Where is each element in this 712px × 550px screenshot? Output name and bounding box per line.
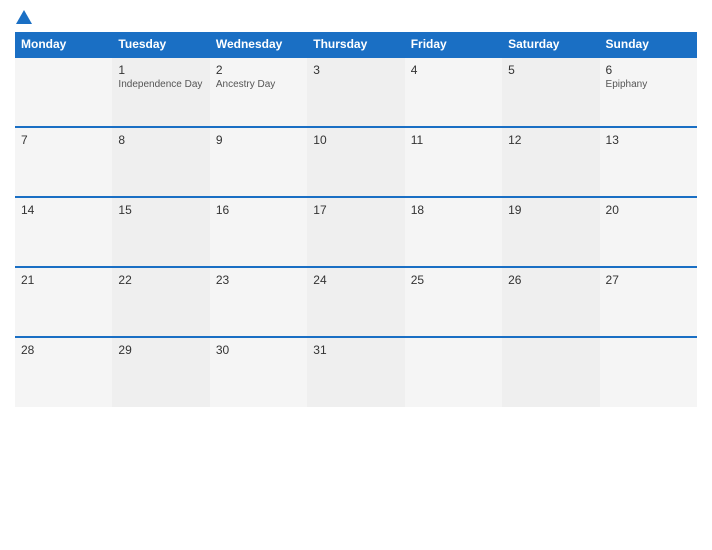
calendar-cell: 21 — [15, 267, 112, 337]
calendar-cell: 2 Ancestry Day — [210, 57, 307, 127]
day-number: 9 — [216, 133, 301, 147]
day-number: 16 — [216, 203, 301, 217]
calendar-cell: 5 — [502, 57, 599, 127]
day-number: 3 — [313, 63, 398, 77]
day-number: 10 — [313, 133, 398, 147]
day-number: 19 — [508, 203, 593, 217]
day-number: 21 — [21, 273, 106, 287]
day-header-monday: Monday — [15, 32, 112, 57]
week-row-2: 789 10 11 12 13 — [15, 127, 697, 197]
calendar-cell: 27 — [600, 267, 697, 337]
logo-triangle-icon — [16, 10, 32, 24]
day-number: 5 — [508, 63, 593, 77]
day-number: 25 — [411, 273, 496, 287]
calendar-cell: 24 — [307, 267, 404, 337]
day-number: 8 — [118, 133, 203, 147]
calendar-cell — [15, 57, 112, 127]
calendar-cell: 31 — [307, 337, 404, 407]
day-header-sunday: Sunday — [600, 32, 697, 57]
day-number: 17 — [313, 203, 398, 217]
day-number: 7 — [21, 133, 106, 147]
calendar-cell: 10 — [307, 127, 404, 197]
calendar-cell: 12 — [502, 127, 599, 197]
calendar-cell: 29 — [112, 337, 209, 407]
calendar-cell: 9 — [210, 127, 307, 197]
day-event: Epiphany — [606, 79, 691, 90]
day-header-friday: Friday — [405, 32, 502, 57]
day-number: 24 — [313, 273, 398, 287]
calendar-cell: 18 — [405, 197, 502, 267]
calendar-page: MondayTuesdayWednesdayThursdayFridaySatu… — [0, 0, 712, 550]
week-row-5: 28 29 30 31 — [15, 337, 697, 407]
day-number: 6 — [606, 63, 691, 77]
calendar-cell: 8 — [112, 127, 209, 197]
calendar-header-row: MondayTuesdayWednesdayThursdayFridaySatu… — [15, 32, 697, 57]
calendar-cell: 23 — [210, 267, 307, 337]
day-number: 14 — [21, 203, 106, 217]
calendar-cell: 26 — [502, 267, 599, 337]
day-number: 27 — [606, 273, 691, 287]
day-number: 13 — [606, 133, 691, 147]
calendar-cell: 16 — [210, 197, 307, 267]
week-row-3: 14 15 16 17 18 19 20 — [15, 197, 697, 267]
day-header-tuesday: Tuesday — [112, 32, 209, 57]
calendar-cell: 19 — [502, 197, 599, 267]
day-header-wednesday: Wednesday — [210, 32, 307, 57]
day-number: 12 — [508, 133, 593, 147]
calendar-cell: 28 — [15, 337, 112, 407]
calendar-cell: 6 Epiphany — [600, 57, 697, 127]
day-number: 29 — [118, 343, 203, 357]
day-number: 2 — [216, 63, 301, 77]
calendar-cell: 20 — [600, 197, 697, 267]
day-number: 30 — [216, 343, 301, 357]
day-number: 26 — [508, 273, 593, 287]
calendar-cell: 14 — [15, 197, 112, 267]
calendar-cell — [502, 337, 599, 407]
day-number: 28 — [21, 343, 106, 357]
calendar-cell: 30 — [210, 337, 307, 407]
day-number: 15 — [118, 203, 203, 217]
day-header-saturday: Saturday — [502, 32, 599, 57]
calendar-cell: 11 — [405, 127, 502, 197]
day-number: 20 — [606, 203, 691, 217]
calendar-cell: 3 — [307, 57, 404, 127]
calendar-cell: 15 — [112, 197, 209, 267]
calendar-cell: 1 Independence Day — [112, 57, 209, 127]
day-header-thursday: Thursday — [307, 32, 404, 57]
day-number: 31 — [313, 343, 398, 357]
calendar-cell: 13 — [600, 127, 697, 197]
calendar-cell: 4 — [405, 57, 502, 127]
calendar-cell: 7 — [15, 127, 112, 197]
calendar-cell: 25 — [405, 267, 502, 337]
calendar-cell — [600, 337, 697, 407]
day-event: Ancestry Day — [216, 79, 301, 90]
day-number: 11 — [411, 133, 496, 147]
calendar-cell: 17 — [307, 197, 404, 267]
day-number: 23 — [216, 273, 301, 287]
week-row-4: 21 22 23 24 25 26 27 — [15, 267, 697, 337]
day-number: 1 — [118, 63, 203, 77]
week-row-1: 1 Independence Day 2 Ancestry Day 3456 Epipha… — [15, 57, 697, 127]
day-number: 22 — [118, 273, 203, 287]
day-event: Independence Day — [118, 79, 203, 90]
day-number: 4 — [411, 63, 496, 77]
day-headers: MondayTuesdayWednesdayThursdayFridaySatu… — [15, 32, 697, 57]
day-number: 18 — [411, 203, 496, 217]
calendar-header — [15, 10, 697, 24]
calendar-cell — [405, 337, 502, 407]
calendar-table: MondayTuesdayWednesdayThursdayFridaySatu… — [15, 32, 697, 407]
calendar-body: 1 Independence Day 2 Ancestry Day 3456 Epipha… — [15, 57, 697, 407]
calendar-cell: 22 — [112, 267, 209, 337]
logo — [15, 10, 34, 24]
